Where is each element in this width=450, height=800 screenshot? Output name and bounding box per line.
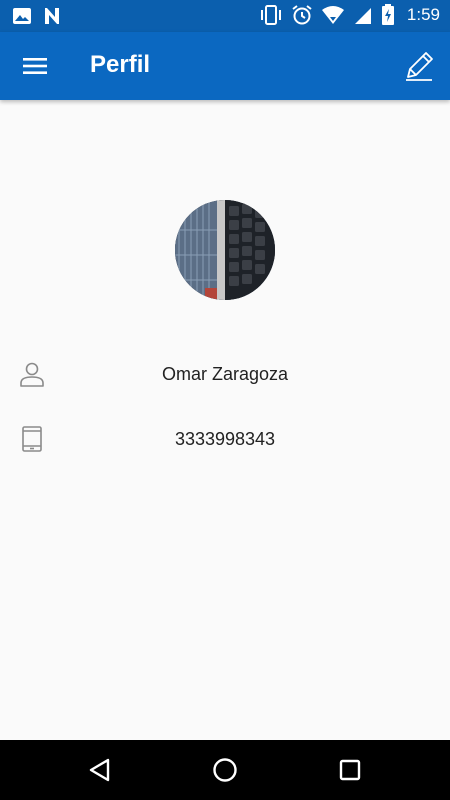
menu-icon [23,58,47,74]
name-row: Omar Zaragoza [0,354,450,394]
navigation-bar [0,740,450,800]
recents-button[interactable] [336,756,364,784]
status-left-icons [12,6,62,26]
recents-icon [339,759,361,781]
back-icon [89,758,110,782]
menu-button[interactable] [20,52,50,80]
profile-name: Omar Zaragoza [161,364,289,384]
alarm-icon [292,5,312,25]
profile-photo[interactable] [175,200,275,300]
status-bar: 1:59 [0,0,450,32]
phone-row: 3333998343 [0,419,450,459]
profile-phone: 3333998343 [174,429,276,449]
status-time: 1:59 [406,5,440,24]
status-right-icons: 1:59 [259,4,440,26]
vibrate-icon [260,5,281,25]
wifi-icon [321,6,344,24]
signal-icon [354,8,371,24]
page-title: Perfil [90,51,151,78]
profile-photo-image [175,200,275,300]
edit-button[interactable] [402,49,436,83]
edit-icon [406,52,433,81]
battery-charging-icon [381,4,394,25]
profile-screen: 1:59 Perfil Omar Zaragoza 3333998343 [0,0,450,800]
home-icon [213,758,237,782]
app-bar: Perfil [0,32,450,100]
n-notification-icon [45,8,59,24]
back-button[interactable] [86,756,114,784]
home-button[interactable] [211,756,239,784]
image-icon [13,8,31,24]
